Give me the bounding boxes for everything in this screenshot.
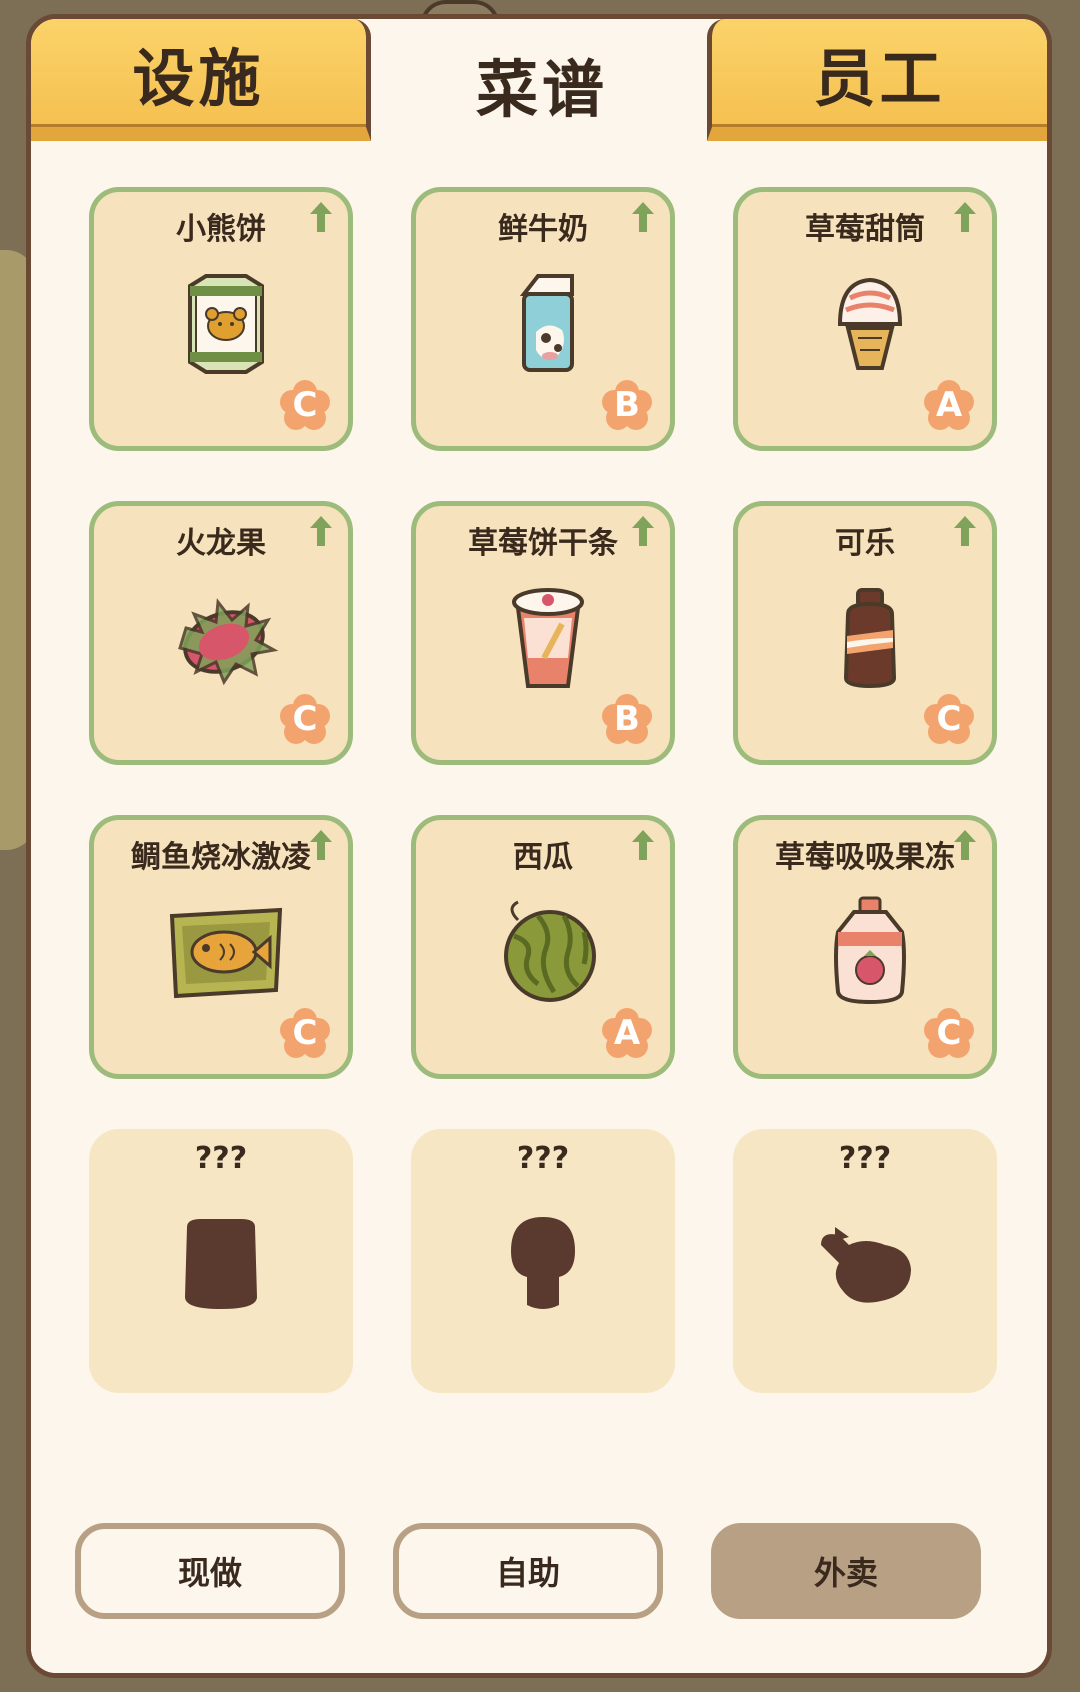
locked-recipe-name: ??? bbox=[516, 1141, 570, 1176]
grade-label: B bbox=[614, 385, 640, 425]
dragon-fruit-icon bbox=[178, 598, 279, 686]
recipe-card[interactable]: 鲜牛奶 B bbox=[411, 187, 675, 451]
cupcake-silhouette-icon bbox=[511, 1217, 575, 1309]
jar-silhouette-icon bbox=[185, 1219, 257, 1309]
upgrade-arrow-icon bbox=[632, 830, 654, 860]
locked-recipe-name: ??? bbox=[838, 1141, 892, 1176]
locked-recipe-card[interactable]: ??? bbox=[733, 1129, 997, 1393]
taiyaki-ice-cream-icon bbox=[169, 907, 283, 999]
mode-button-self-service[interactable]: 自助 bbox=[393, 1523, 663, 1619]
recipe-card[interactable]: 可乐 C bbox=[733, 501, 997, 765]
grade-label: C bbox=[936, 1013, 962, 1053]
upgrade-arrow-icon bbox=[954, 516, 976, 546]
upgrade-arrow-icon bbox=[632, 516, 654, 546]
recipe-card[interactable]: 草莓饼干条 B bbox=[411, 501, 675, 765]
upgrade-arrow-icon bbox=[954, 830, 976, 860]
tab-facilities[interactable]: 设施 bbox=[31, 19, 371, 141]
recipe-card[interactable]: 火龙果 C bbox=[89, 501, 353, 765]
grade-label: C bbox=[292, 1013, 318, 1053]
upgrade-arrow-icon bbox=[954, 202, 976, 232]
milk-carton-icon bbox=[519, 274, 574, 372]
recipe-card[interactable]: 西瓜 A bbox=[411, 815, 675, 1079]
recipe-card[interactable]: 鲷鱼烧冰激凌 C bbox=[89, 815, 353, 1079]
mode-button-made-to-order[interactable]: 现做 bbox=[75, 1523, 345, 1619]
tab-bar: 设施 菜谱 员工 bbox=[31, 19, 1047, 149]
upgrade-arrow-icon bbox=[632, 202, 654, 232]
upgrade-arrow-icon bbox=[310, 516, 332, 546]
grade-label: C bbox=[936, 699, 962, 739]
grade-label: A bbox=[613, 1013, 641, 1053]
grade-label: B bbox=[614, 699, 640, 739]
locked-recipe-card[interactable]: ??? bbox=[411, 1129, 675, 1393]
service-mode-bar: 现做 自助 外卖 bbox=[31, 1505, 1047, 1673]
cola-bottle-icon bbox=[843, 588, 897, 689]
bear-biscuit-tin-icon bbox=[188, 274, 264, 374]
biscuit-stick-cup-icon bbox=[512, 588, 584, 688]
recipe-card[interactable]: 草莓吸吸果冻 C bbox=[733, 815, 997, 1079]
watermelon-icon bbox=[504, 900, 596, 1002]
roast-chicken-silhouette-icon bbox=[821, 1227, 911, 1303]
upgrade-arrow-icon bbox=[310, 830, 332, 860]
recipe-grid[interactable]: 小熊饼 C 鲜牛奶 B 草莓甜筒 A 火龙果 C 草莓饼干条 B 可乐 C 鲷鱼… bbox=[85, 187, 1005, 1423]
tab-staff[interactable]: 员工 bbox=[707, 19, 1047, 141]
locked-recipe-card[interactable]: ??? bbox=[89, 1129, 353, 1393]
recipe-panel: 设施 菜谱 员工 小熊饼 C 鲜牛奶 B 草莓甜筒 A 火龙果 C 草莓饼干条 … bbox=[26, 14, 1052, 1678]
grade-label: C bbox=[292, 699, 318, 739]
grade-label: A bbox=[935, 385, 963, 425]
upgrade-arrow-icon bbox=[310, 202, 332, 232]
tab-recipes[interactable]: 菜谱 bbox=[375, 19, 709, 149]
locked-recipe-name: ??? bbox=[194, 1141, 248, 1176]
ice-cream-cone-icon bbox=[837, 277, 903, 370]
recipe-card[interactable]: 小熊饼 C bbox=[89, 187, 353, 451]
mode-button-takeout[interactable]: 外卖 bbox=[711, 1523, 981, 1619]
grade-label: C bbox=[292, 385, 318, 425]
jelly-pouch-icon bbox=[834, 896, 906, 1005]
recipe-card[interactable]: 草莓甜筒 A bbox=[733, 187, 997, 451]
